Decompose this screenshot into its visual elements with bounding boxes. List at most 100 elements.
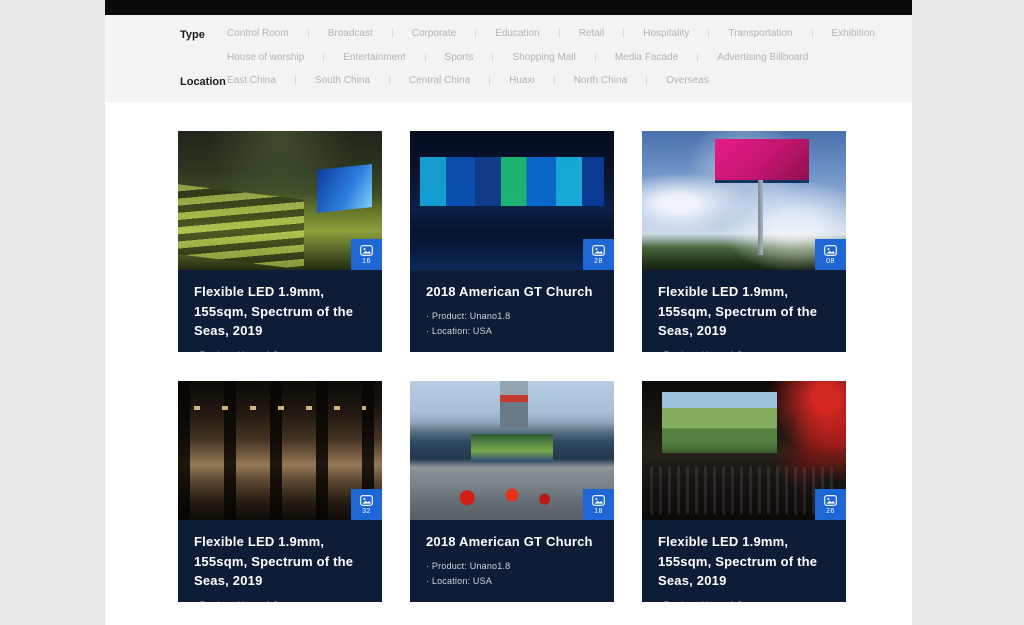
photo-count: 32 (362, 508, 371, 515)
filter-item[interactable]: Corporate (412, 28, 456, 39)
project-title: Flexible LED 1.9mm, 155sqm, Spectrum of … (658, 282, 830, 341)
project-title: 2018 American GT Church (426, 532, 598, 552)
project-photo: 08 (642, 131, 846, 270)
top-bar (105, 0, 912, 15)
photo-count: 18 (594, 508, 603, 515)
project-photo: 28 (410, 131, 614, 270)
filter-item[interactable]: Transportation (728, 28, 792, 39)
project-photo: 18 (410, 381, 614, 520)
project-location: · Location: USA (426, 574, 598, 590)
project-title: Flexible LED 1.9mm, 155sqm, Spectrum of … (658, 532, 830, 591)
photo-count-badge[interactable]: 08 (815, 239, 846, 270)
project-product: · Product: Unano1.8 (426, 309, 598, 325)
project-info-panel: 2018 American GT Church · Product: Unano… (410, 270, 614, 352)
type-filter-group: Type Control Room Broadcast Corporate Ed… (180, 28, 912, 63)
filter-divider (392, 29, 393, 38)
filter-divider (425, 53, 426, 62)
filter-divider (554, 76, 555, 85)
project-product: · Product: Unano1.8 (658, 348, 830, 353)
project-photo: 26 (642, 381, 846, 520)
filter-divider (323, 53, 324, 62)
filter-divider (308, 29, 309, 38)
project-product: · Product: Unano1.8 (658, 598, 830, 603)
filter-item[interactable]: North China (574, 75, 627, 86)
location-filter-label: Location (180, 75, 227, 88)
filter-item[interactable]: Overseas (666, 75, 709, 86)
image-icon (360, 245, 373, 256)
location-filter-items: East China South China Central China Hua… (227, 75, 912, 88)
type-filter-row-2: House of worship Entertainment Sports Sh… (227, 52, 912, 63)
filter-item[interactable]: Retail (579, 28, 605, 39)
page-column: Type Control Room Broadcast Corporate Ed… (105, 0, 912, 623)
filter-item[interactable]: Central China (409, 75, 470, 86)
filter-divider (489, 76, 490, 85)
filter-divider (475, 29, 476, 38)
project-photo: 16 (178, 131, 382, 270)
type-filter-items: Control Room Broadcast Corporate Educati… (227, 28, 912, 63)
project-title: Flexible LED 1.9mm, 155sqm, Spectrum of … (194, 282, 366, 341)
project-title: 2018 American GT Church (426, 282, 598, 302)
photo-count: 08 (826, 258, 835, 265)
image-icon (360, 495, 373, 506)
filter-item[interactable]: Sports (445, 52, 474, 63)
project-info-panel: Flexible LED 1.9mm, 155sqm, Spectrum of … (178, 520, 382, 602)
filter-item[interactable]: Entertainment (343, 52, 405, 63)
filter-item[interactable]: Shopping Mall (512, 52, 575, 63)
filter-item[interactable]: Control Room (227, 28, 289, 39)
project-info-panel: Flexible LED 1.9mm, 155sqm, Spectrum of … (178, 270, 382, 352)
filter-divider (389, 76, 390, 85)
filter-item[interactable]: East China (227, 75, 276, 86)
project-card[interactable]: 26 Flexible LED 1.9mm, 155sqm, Spectrum … (642, 381, 846, 602)
filter-item[interactable]: Huaxi (509, 75, 535, 86)
photo-count: 16 (362, 258, 371, 265)
photo-count-badge[interactable]: 26 (815, 489, 846, 520)
image-icon (824, 495, 837, 506)
photo-count-badge[interactable]: 16 (351, 239, 382, 270)
project-details: · Product: Unano1.8 · Location: USA (194, 598, 366, 603)
filter-divider (708, 29, 709, 38)
photo-count: 28 (594, 258, 603, 265)
project-details: · Product: Unano1.8 · Location: USA (658, 598, 830, 603)
filter-divider (646, 76, 647, 85)
filter-divider (812, 29, 813, 38)
filter-item[interactable]: South China (315, 75, 370, 86)
filter-item[interactable]: Exhibition (832, 28, 875, 39)
type-filter-label: Type (180, 28, 227, 63)
project-details: · Product: Unano1.8 · Location: USA (426, 309, 598, 341)
project-card[interactable]: 32 Flexible LED 1.9mm, 155sqm, Spectrum … (178, 381, 382, 602)
project-card[interactable]: 08 Flexible LED 1.9mm, 155sqm, Spectrum … (642, 131, 846, 352)
filter-item[interactable]: Education (495, 28, 539, 39)
project-details: · Product: Unano1.8 · Location: USA (194, 348, 366, 353)
location-filter-row: East China South China Central China Hua… (227, 75, 912, 86)
filter-item[interactable]: Broadcast (328, 28, 373, 39)
project-details: · Product: Unano1.8 · Location: USA (658, 348, 830, 353)
image-icon (824, 245, 837, 256)
filter-item[interactable]: Media Facade (615, 52, 678, 63)
photo-count-badge[interactable]: 32 (351, 489, 382, 520)
image-icon (592, 495, 605, 506)
project-card[interactable]: 28 2018 American GT Church · Product: Un… (410, 131, 614, 352)
project-card[interactable]: 16 Flexible LED 1.9mm, 155sqm, Spectrum … (178, 131, 382, 352)
project-product: · Product: Unano1.8 (194, 598, 366, 603)
project-photo: 32 (178, 381, 382, 520)
filter-divider (559, 29, 560, 38)
filter-item[interactable]: House of worship (227, 52, 304, 63)
project-card[interactable]: 18 2018 American GT Church · Product: Un… (410, 381, 614, 602)
project-details: · Product: Unano1.8 · Location: USA (426, 559, 598, 591)
filter-divider (492, 53, 493, 62)
project-info-panel: Flexible LED 1.9mm, 155sqm, Spectrum of … (642, 270, 846, 352)
project-product: · Product: Unano1.8 (426, 559, 598, 575)
filter-item[interactable]: Hospitality (643, 28, 689, 39)
filter-item[interactable]: Advertising Billboard (717, 52, 808, 63)
filter-divider (595, 53, 596, 62)
location-filter-group: Location East China South China Central … (180, 75, 912, 88)
project-title: Flexible LED 1.9mm, 155sqm, Spectrum of … (194, 532, 366, 591)
image-icon (592, 245, 605, 256)
project-info-panel: 2018 American GT Church · Product: Unano… (410, 520, 614, 602)
photo-count-badge[interactable]: 28 (583, 239, 614, 270)
projects-section: 16 Flexible LED 1.9mm, 155sqm, Spectrum … (105, 102, 912, 625)
photo-count-badge[interactable]: 18 (583, 489, 614, 520)
photo-count: 26 (826, 508, 835, 515)
filter-divider (295, 76, 296, 85)
filter-divider (697, 53, 698, 62)
